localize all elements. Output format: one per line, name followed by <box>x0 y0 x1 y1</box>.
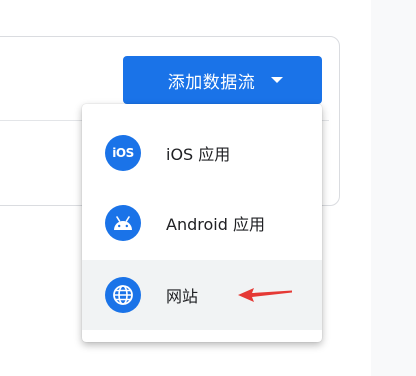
globe-icon <box>105 277 141 313</box>
menu-item-label: iOS 应用 <box>166 145 231 164</box>
menu-item-android-app[interactable]: Android 应用 <box>82 188 322 258</box>
ios-icon-text: iOS <box>112 146 134 160</box>
ios-icon: iOS <box>105 135 141 171</box>
add-data-stream-label: 添加数据流 <box>167 72 256 93</box>
caret-down-icon <box>271 77 284 83</box>
menu-item-label: 网站 <box>166 287 199 306</box>
add-data-stream-menu: iOS iOS 应用 Android 应用 网站 <box>82 104 322 342</box>
android-icon <box>105 205 141 241</box>
add-data-stream-button[interactable]: 添加数据流 <box>123 56 322 104</box>
red-arrow-icon <box>238 288 292 302</box>
menu-item-ios-app[interactable]: iOS iOS 应用 <box>82 118 322 188</box>
side-panel <box>371 0 416 376</box>
menu-item-label: Android 应用 <box>166 215 265 234</box>
